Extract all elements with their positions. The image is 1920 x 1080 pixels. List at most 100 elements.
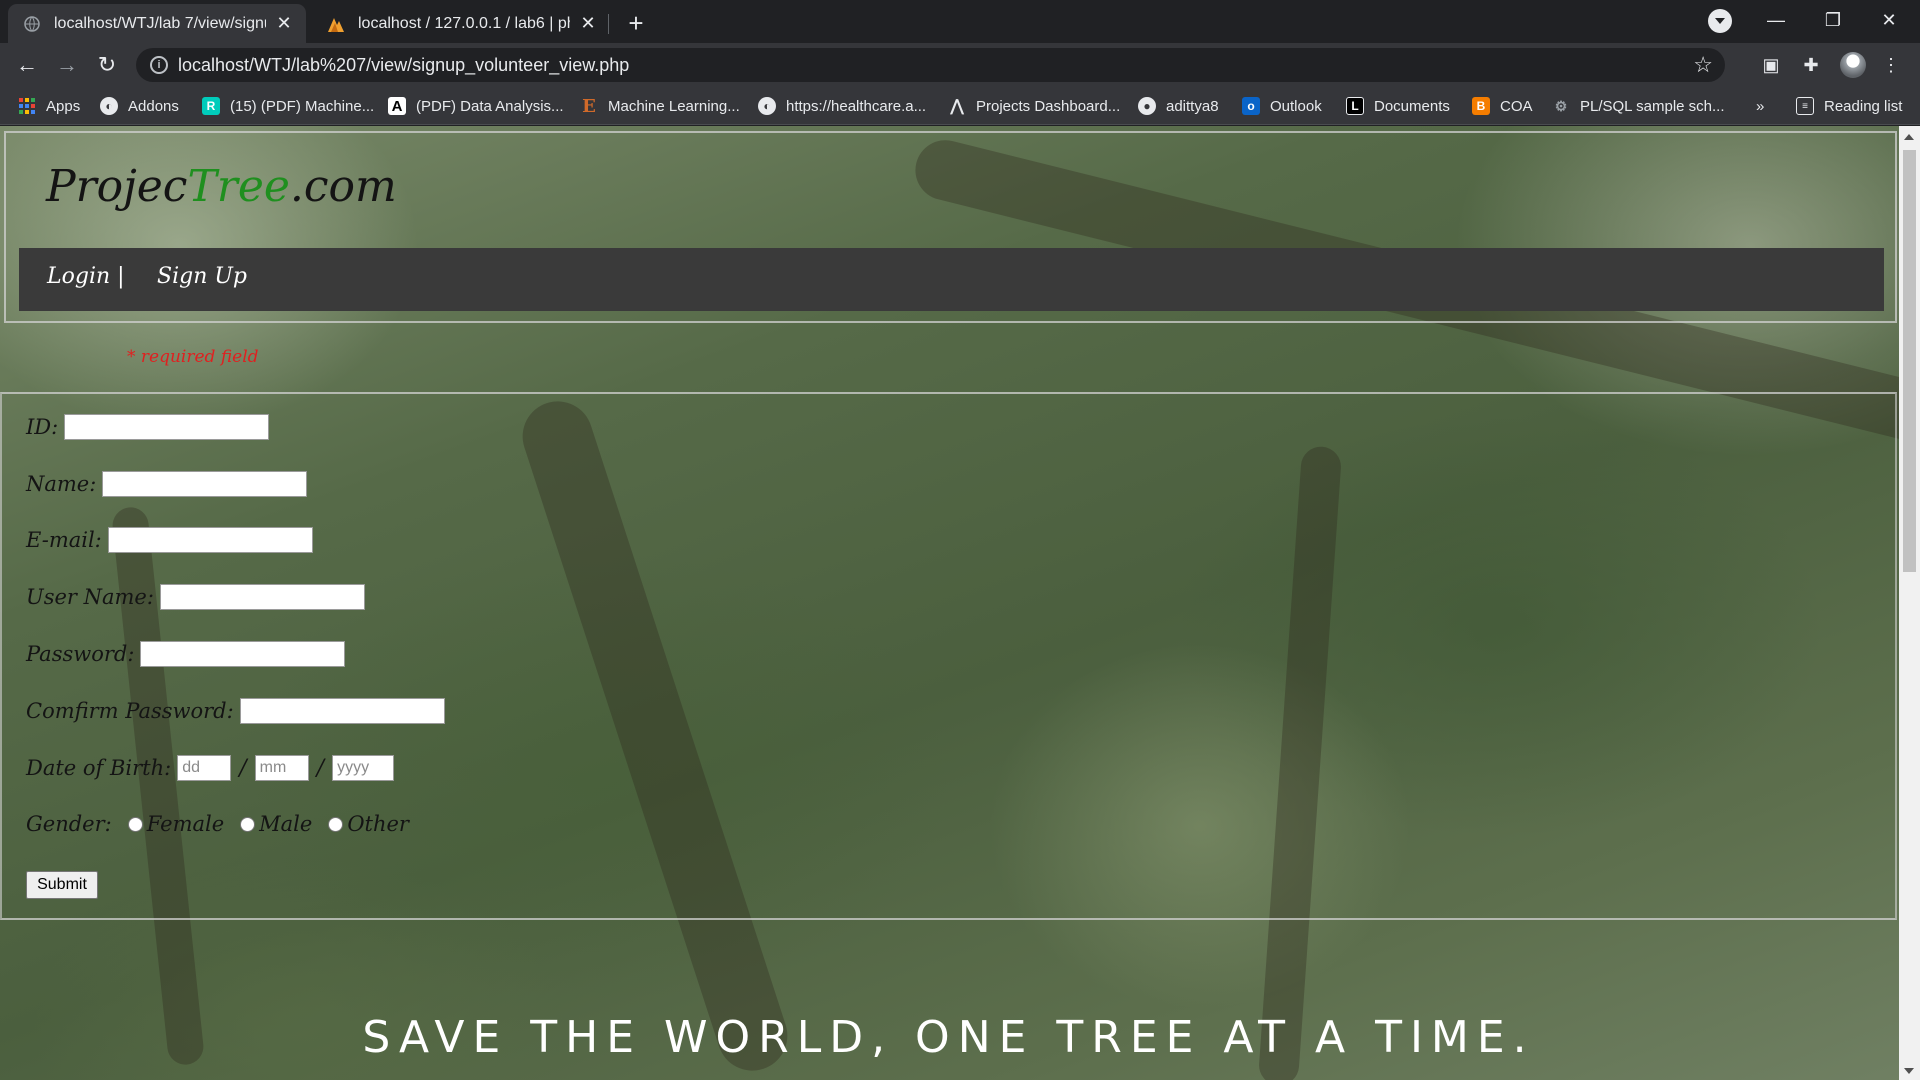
reading-list-icon: ≡ xyxy=(1796,97,1814,115)
globe-icon: ◐ xyxy=(100,97,118,115)
apps-grid-icon xyxy=(18,97,36,115)
tab-search-icon[interactable] xyxy=(1708,9,1732,33)
gender-label: Gender: xyxy=(26,812,112,836)
nav-signup-link[interactable]: Sign Up xyxy=(157,264,247,289)
id-input[interactable] xyxy=(64,414,270,440)
dob-day-input[interactable] xyxy=(177,755,232,781)
dob-label: Date of Birth: xyxy=(26,756,172,780)
back-arrow-icon[interactable]: ← xyxy=(12,50,42,80)
gender-other-radio[interactable] xyxy=(328,816,344,832)
bookmark-apps[interactable]: Apps xyxy=(18,96,80,116)
reload-icon[interactable]: ↻ xyxy=(92,50,122,80)
bookmark-label: Machine Learning... xyxy=(608,97,740,115)
dob-month-input[interactable] xyxy=(254,755,309,781)
confirm-password-input[interactable] xyxy=(239,698,445,724)
page-scrollbar[interactable] xyxy=(1899,126,1920,1080)
site-info-icon[interactable]: i xyxy=(150,56,168,74)
bookmark-label: Projects Dashboard... xyxy=(976,97,1121,115)
close-tab-icon[interactable]: ✕ xyxy=(578,13,598,34)
signup-form: ID: Name: E-mail: User Name: Password: C… xyxy=(0,392,1897,920)
bookmark-machine-learning[interactable]: E Machine Learning... xyxy=(580,95,740,117)
reading-list-label: Reading list xyxy=(1824,97,1903,115)
chrome-menu-icon[interactable]: ⋮ xyxy=(1880,54,1902,76)
bookmark-label: PL/SQL sample sch... xyxy=(1580,97,1725,115)
outlook-icon: o xyxy=(1242,97,1260,115)
gender-male-label[interactable]: Male xyxy=(259,812,312,836)
bookmark-machine-pdf[interactable]: R (15) (PDF) Machine... xyxy=(202,96,374,116)
logo-text-domain: .com xyxy=(289,161,397,212)
blogger-icon: B xyxy=(1472,97,1490,115)
username-input[interactable] xyxy=(159,584,365,610)
bookmark-addons[interactable]: ◐ Addons xyxy=(100,96,179,116)
nav-login-link[interactable]: Login | xyxy=(47,264,125,289)
name-input[interactable] xyxy=(102,471,308,497)
bookmark-outlook[interactable]: o Outlook xyxy=(1242,96,1322,116)
username-row: User Name: xyxy=(26,584,365,610)
scroll-down-arrow-icon[interactable] xyxy=(1904,1068,1914,1074)
gender-other-label[interactable]: Other xyxy=(347,812,409,836)
url-text[interactable]: localhost/WTJ/lab%207/view/signup_volunt… xyxy=(178,55,629,76)
email-input[interactable] xyxy=(107,527,313,553)
id-label: ID: xyxy=(26,415,59,439)
more-bookmarks-button[interactable]: » xyxy=(1756,96,1764,116)
restore-icon[interactable]: ❐ xyxy=(1810,6,1856,34)
password-input[interactable] xyxy=(140,641,346,667)
bookmark-label: COA xyxy=(1500,97,1533,115)
bookmark-label: (15) (PDF) Machine... xyxy=(230,97,375,115)
bookmark-plsql[interactable]: ⚙ PL/SQL sample sch... xyxy=(1552,96,1725,116)
page-viewport: ProjecTree.com Login | Sign Up * require… xyxy=(0,126,1920,1080)
tab-phpmyadmin[interactable]: localhost / 127.0.0.1 / lab6 | phpM ✕ xyxy=(312,4,610,43)
scrollbar-thumb[interactable] xyxy=(1903,150,1916,572)
researchgate-icon: R xyxy=(202,97,220,115)
forward-arrow-icon[interactable]: → xyxy=(52,50,82,80)
dob-separator: / xyxy=(316,755,325,781)
reading-list-button[interactable]: ≡ Reading list xyxy=(1796,96,1902,116)
name-label: Name: xyxy=(26,472,97,496)
bookmark-data-analysis[interactable]: A (PDF) Data Analysis... xyxy=(388,96,564,116)
profile-avatar[interactable] xyxy=(1840,52,1866,78)
scroll-up-arrow-icon[interactable] xyxy=(1904,134,1914,140)
site-logo[interactable]: ProjecTree.com xyxy=(46,161,397,212)
projects-icon: ⋀ xyxy=(950,98,964,115)
close-window-icon[interactable]: ✕ xyxy=(1866,6,1912,34)
close-tab-icon[interactable]: ✕ xyxy=(274,13,294,34)
gender-female-label[interactable]: Female xyxy=(147,812,224,836)
tab-signup[interactable]: localhost/WTJ/lab 7/view/signup ✕ xyxy=(8,4,306,43)
bookmark-coa[interactable]: B COA xyxy=(1472,96,1533,116)
bookmark-documents[interactable]: L Documents xyxy=(1346,96,1450,116)
bookmark-healthcare[interactable]: ◐ https://healthcare.a... xyxy=(758,96,926,116)
bookmark-github[interactable]: ● adittya8 xyxy=(1138,96,1219,116)
bookmark-label: adittya8 xyxy=(1166,97,1219,115)
password-row: Password: xyxy=(26,641,346,667)
e-letter-icon: E xyxy=(582,95,596,117)
required-field-note: * required field xyxy=(127,347,259,367)
globe-icon: ◐ xyxy=(758,97,776,115)
plsql-icon: ⚙ xyxy=(1554,97,1568,114)
dob-year-input[interactable] xyxy=(332,755,395,781)
name-row: Name: xyxy=(26,471,308,497)
bookmark-star-icon[interactable]: ☆ xyxy=(1693,52,1713,78)
bookmark-projects-dashboard[interactable]: ⋀ Projects Dashboard... xyxy=(948,96,1120,116)
logo-text-part1: Projec xyxy=(46,161,188,212)
nav-bar: Login | Sign Up xyxy=(19,248,1884,311)
minimize-icon[interactable]: — xyxy=(1753,6,1799,34)
site-header: ProjecTree.com Login | Sign Up xyxy=(4,131,1897,323)
gender-row: Gender: Female Male Other xyxy=(26,812,415,836)
address-bar[interactable]: i localhost/WTJ/lab%207/view/signup_volu… xyxy=(136,48,1725,82)
confirm-password-label: Comfirm Password: xyxy=(26,699,234,723)
new-tab-button[interactable]: + xyxy=(622,10,650,38)
screenshot-extension-icon[interactable]: ▣ xyxy=(1760,54,1782,76)
tagline: SAVE THE WORLD, ONE TREE AT A TIME. xyxy=(362,1012,1535,1063)
submit-button[interactable]: Submit xyxy=(26,871,98,899)
tab-separator xyxy=(608,14,609,34)
github-icon: ● xyxy=(1138,97,1156,115)
id-row: ID: xyxy=(26,414,270,440)
gender-male-radio[interactable] xyxy=(240,816,256,832)
browser-toolbar: ← → ↻ i localhost/WTJ/lab%207/view/signu… xyxy=(0,43,1920,87)
gender-female-radio[interactable] xyxy=(127,816,143,832)
bookmark-label: Apps xyxy=(46,97,81,115)
bookmark-label: Addons xyxy=(128,97,179,115)
extensions-puzzle-icon[interactable]: ✚ xyxy=(1800,54,1822,76)
logo-text-tree: Tree xyxy=(187,161,290,212)
bookmark-label: (PDF) Data Analysis... xyxy=(416,97,564,115)
